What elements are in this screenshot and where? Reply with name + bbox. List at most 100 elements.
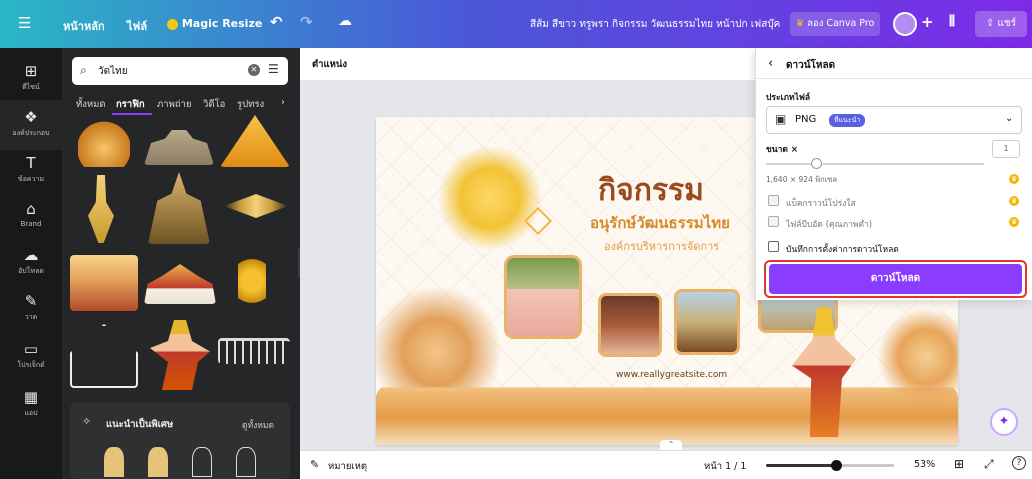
size-label: ขนาด × <box>766 145 798 155</box>
fullscreen-icon[interactable]: ⤢ <box>984 457 994 472</box>
sidebar-item-text[interactable]: T ข้อความ <box>0 146 62 196</box>
zoom-slider-fill <box>766 464 837 467</box>
chevron-down-icon: ⌄ <box>1005 113 1014 124</box>
sparkle-icon: ✧ <box>82 415 92 428</box>
notes-button[interactable]: หมายเหตุ <box>328 459 367 474</box>
page-indicator[interactable]: หน้า 1 / 1 <box>704 459 746 474</box>
template-icon: ⊞ <box>24 62 38 80</box>
recommended-graphic[interactable] <box>104 447 124 477</box>
redo-icon[interactable]: ↷ <box>300 13 313 31</box>
graphic-lantern[interactable] <box>78 121 130 167</box>
chevron-right-icon[interactable]: › <box>281 97 285 108</box>
photo-frame-3[interactable] <box>674 289 740 355</box>
insights-icon[interactable]: ⫼ <box>949 14 955 29</box>
sidebar-item-draw[interactable]: ✎ วาด <box>0 284 62 334</box>
sidebar-item-design[interactable]: ⊞ ดีไซน์ <box>0 54 62 104</box>
hamburger-icon[interactable]: ☰ <box>18 14 31 32</box>
context-toolbar: ตำแหน่ง <box>300 48 755 80</box>
file-type-label: ประเภทไฟล์ <box>766 93 811 103</box>
download-button[interactable]: ดาวน์โหลด <box>769 264 1022 294</box>
sidebar-item-uploads[interactable]: ☁ อัปโหลด <box>0 238 62 288</box>
sidebar-item-apps[interactable]: ▦ แอป <box>0 380 62 430</box>
share-button[interactable]: ⇪ แชร์ <box>975 11 1027 37</box>
photo-frame-1[interactable] <box>504 255 582 339</box>
back-arrow-icon[interactable]: ‹ <box>768 56 773 71</box>
see-all-link[interactable]: ดูทั้งหมด <box>242 418 274 432</box>
position-button[interactable]: ตำแหน่ง <box>312 57 347 72</box>
search-input[interactable]: ⌕ วัดไทย ✕ ☰ <box>72 57 288 85</box>
compress-file-checkbox[interactable] <box>768 216 779 227</box>
top-bar: ☰ หน้าหลัก ไฟล์ Magic Resize ↶ ↷ ☁ สีส้ม… <box>0 0 1032 48</box>
tab-videos[interactable]: วิดีโอ <box>203 97 225 112</box>
orange-flower-graphic-right <box>876 297 958 417</box>
graphic-garland[interactable] <box>218 338 290 364</box>
document-title[interactable]: สีส้ม สีขาว ทรูพรา กิจกรรม วัฒนธรรมไทย ห… <box>530 17 780 32</box>
avatar[interactable] <box>893 12 917 36</box>
size-slider[interactable] <box>766 158 984 169</box>
pro-crown-icon: ♛ <box>1009 217 1019 227</box>
pro-crown-icon: ♛ <box>1009 196 1019 206</box>
magic-resize-button[interactable]: Magic Resize <box>167 12 262 36</box>
filter-icon[interactable]: ☰ <box>268 62 279 76</box>
graphic-temple-scene[interactable] <box>70 255 138 311</box>
text-icon: T <box>26 154 36 172</box>
zoom-slider[interactable] <box>766 460 894 471</box>
organization-text[interactable]: องค์กรบริหารการจัดการ <box>604 237 719 255</box>
transparent-bg-label: แบ็คกราวน์โปร่งใส <box>786 199 856 209</box>
recommended-graphic[interactable] <box>192 447 212 477</box>
zoom-level[interactable]: 53% <box>914 459 935 470</box>
clear-search-icon[interactable]: ✕ <box>248 64 260 76</box>
size-slider-handle[interactable] <box>811 158 822 169</box>
wave-decoration <box>376 347 958 445</box>
upload-icon: ☁ <box>23 246 39 264</box>
share-icon: ⇪ <box>985 18 995 29</box>
recommended-graphic[interactable] <box>148 447 168 477</box>
bottom-bar: ✎ หมายเหตุ หน้า 1 / 1 53% ⊞ ⤢ ? <box>300 450 1032 479</box>
chevron-up-icon[interactable]: ⌃ <box>660 440 682 450</box>
tab-shapes[interactable]: รูปทรง <box>237 97 264 112</box>
tab-all[interactable]: ทั้งหมด <box>76 97 106 112</box>
recommended-section: ✧ แนะนำเป็นพิเศษ ดูทั้งหมด <box>70 403 290 479</box>
subtitle-text[interactable]: อนุรักษ์วัฒนธรรมไทย <box>590 211 730 235</box>
save-settings-checkbox[interactable] <box>768 241 779 252</box>
recommended-title: แนะนำเป็นพิเศษ <box>106 419 174 430</box>
sidebar-item-elements[interactable]: ❖ องค์ประกอบ <box>0 100 62 150</box>
download-panel: ‹ ดาวน์โหลด ประเภทไฟล์ ▣ PNG ที่แนะนำ ⌄ … <box>755 48 1032 300</box>
compress-file-label: ไฟล์บีบอัด (คุณภาพต่ำ) <box>786 220 873 230</box>
elements-icon: ❖ <box>24 108 38 126</box>
grid-view-icon[interactable]: ⊞ <box>954 457 964 471</box>
add-member-icon[interactable]: + <box>921 13 934 31</box>
file-type-select[interactable]: ▣ PNG ที่แนะนำ ⌄ <box>766 106 1022 134</box>
apps-icon: ▦ <box>23 388 39 406</box>
file-menu-button[interactable]: ไฟล์ <box>127 17 147 35</box>
crown-icon: ♛ <box>795 18 805 29</box>
cloud-save-icon: ☁ <box>338 13 352 29</box>
transparent-bg-checkbox[interactable] <box>768 195 779 206</box>
search-value: วัดไทย <box>98 66 128 77</box>
save-settings-label: บันทึกการตั้งค่าการดาวน์โหลด <box>786 245 899 255</box>
projects-icon: ▭ <box>23 340 39 358</box>
pro-crown-icon: ♛ <box>1009 174 1019 184</box>
download-panel-title: ดาวน์โหลด <box>786 60 836 71</box>
recommended-graphic[interactable] <box>236 447 256 477</box>
notes-icon[interactable]: ✎ <box>310 458 319 471</box>
size-input[interactable]: 1 <box>992 140 1020 158</box>
dimensions-text: 1,640 × 924 พิกเซล <box>766 175 837 184</box>
photo-frame-2[interactable] <box>598 293 662 357</box>
sidebar-item-brand[interactable]: ⌂ Brand <box>0 192 62 242</box>
graphic-golden-shower-flower[interactable] <box>238 248 266 314</box>
active-tab-indicator <box>112 113 152 115</box>
try-pro-button[interactable]: ♛ ลอง Canva Pro <box>790 12 880 36</box>
yellow-flower-graphic <box>430 139 550 257</box>
undo-icon[interactable]: ↶ <box>270 13 283 31</box>
zoom-slider-handle[interactable] <box>831 460 843 471</box>
magic-assistant-icon[interactable]: ✦ <box>990 408 1018 436</box>
home-button[interactable]: หน้าหลัก <box>63 17 105 35</box>
sidebar-item-projects[interactable]: ▭ โปรเจ็กต์ <box>0 332 62 382</box>
website-text[interactable]: www.reallygreatsite.com <box>616 370 727 380</box>
brand-icon: ⌂ <box>26 200 36 218</box>
help-icon[interactable]: ? <box>1012 456 1026 470</box>
title-text[interactable]: กิจกรรม <box>598 167 704 214</box>
tab-graphics[interactable]: กราฟิก <box>116 97 145 112</box>
tab-photos[interactable]: ภาพถ่าย <box>157 97 192 112</box>
